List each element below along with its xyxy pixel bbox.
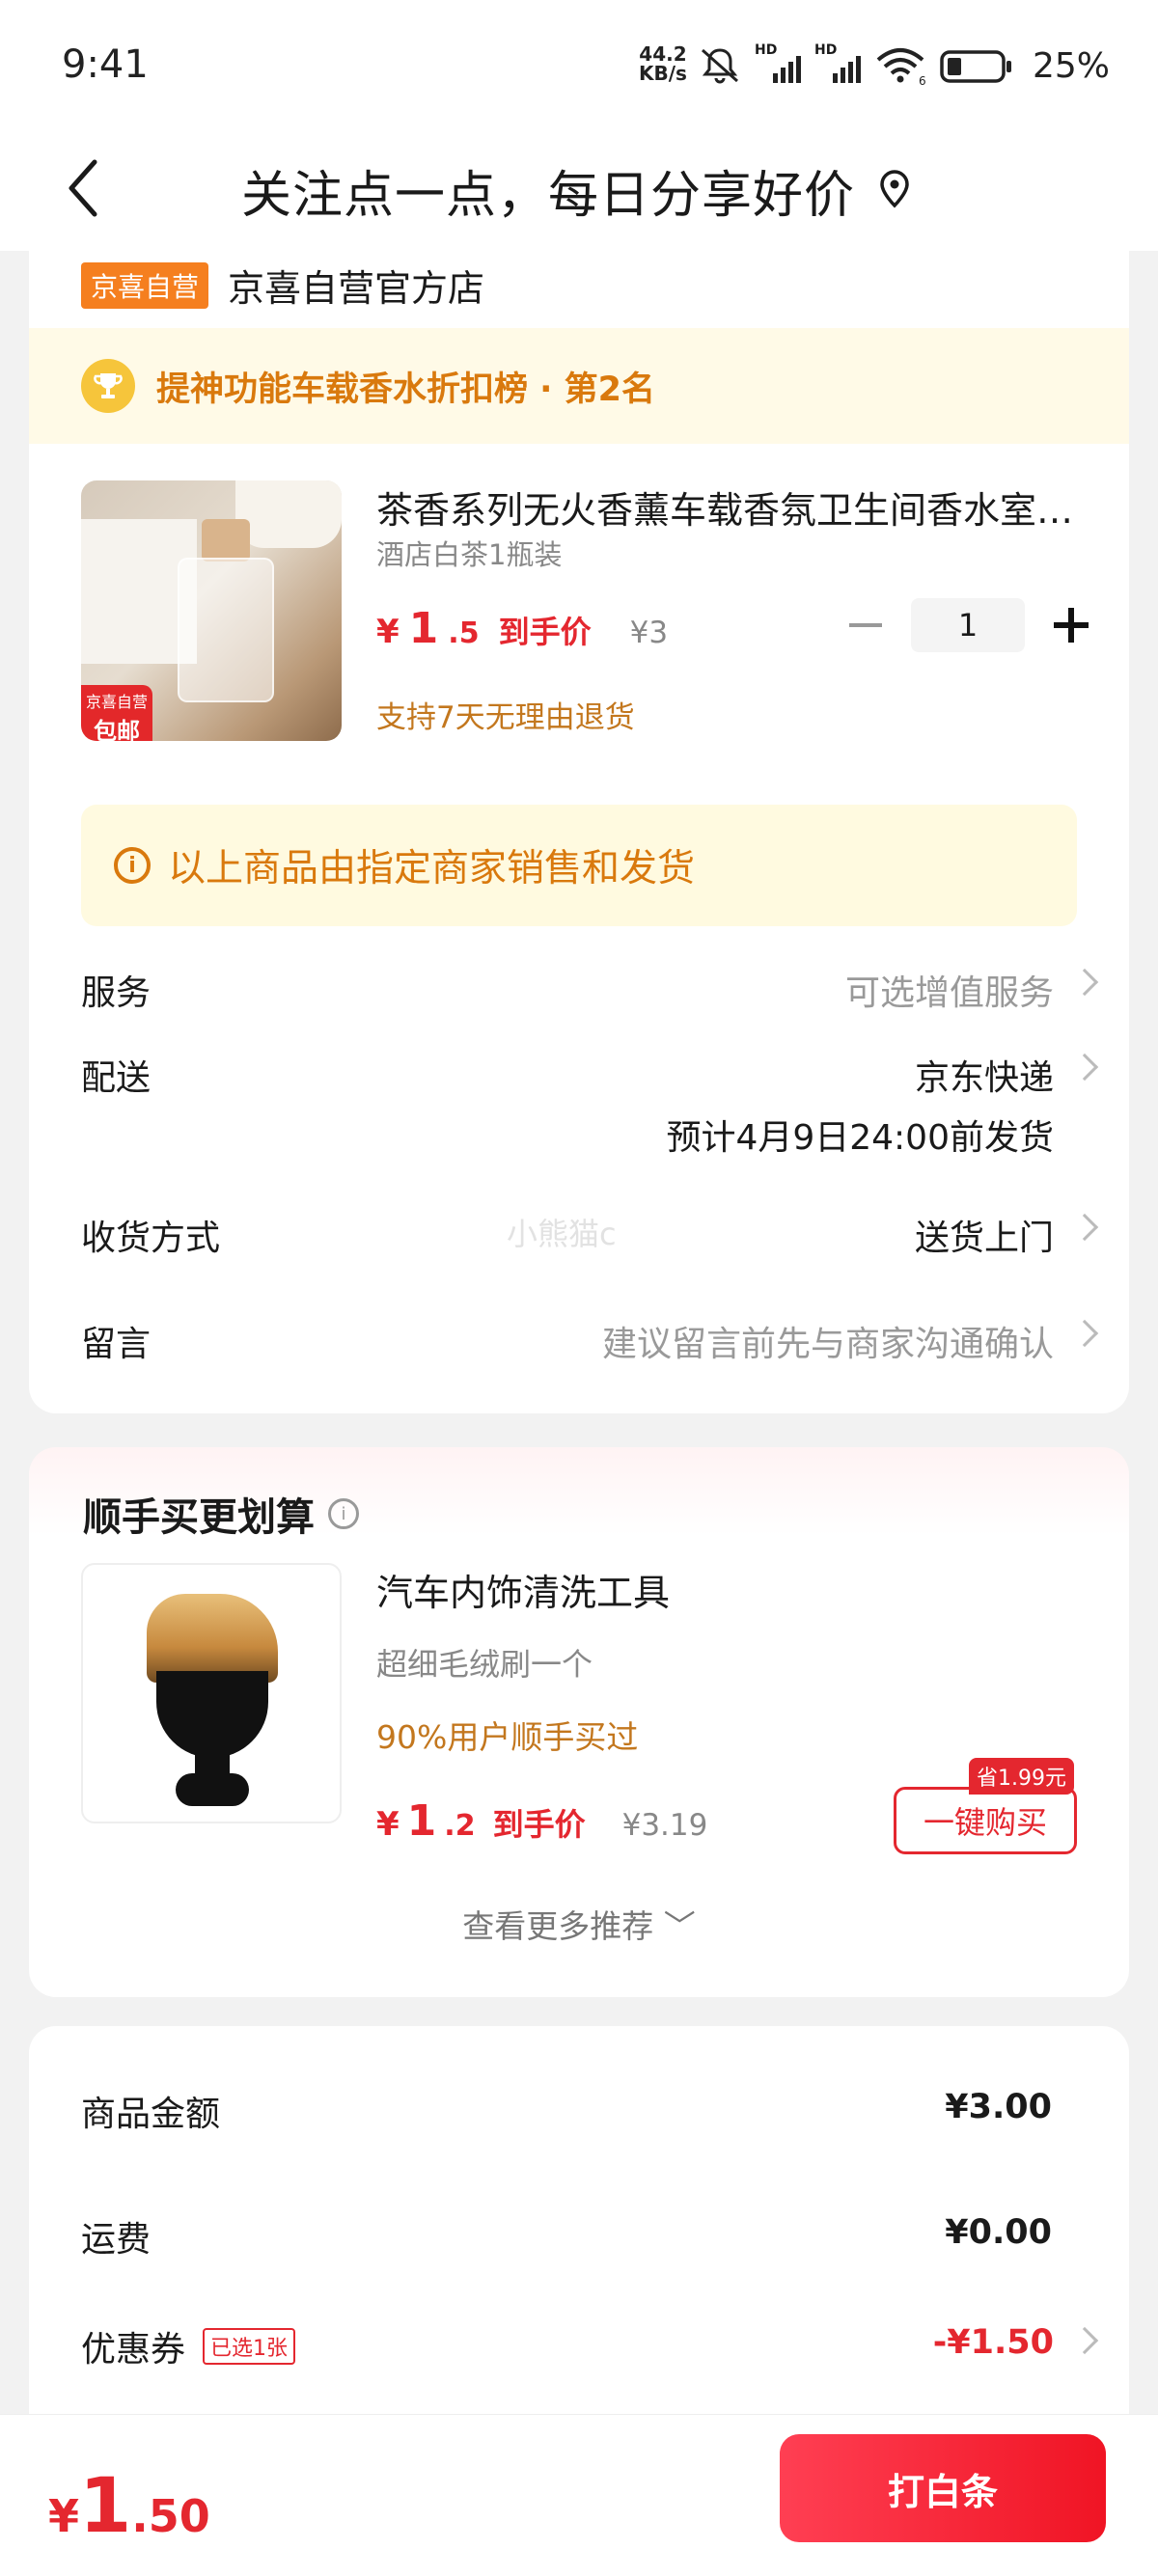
minus-icon[interactable] <box>849 623 882 627</box>
product-price: ¥ 1 .5 到手价 ¥3 <box>376 604 669 653</box>
upsell-image[interactable] <box>81 1563 342 1823</box>
shop-header[interactable]: 京喜自营 京喜自营官方店 <box>81 259 484 312</box>
shop-tag: 京喜自营 <box>81 261 209 309</box>
signal-icon: HD <box>755 42 801 83</box>
product-name[interactable]: 茶香系列无火香薰车载香氛卫生间香水室内持久 <box>376 480 1090 534</box>
bell-off-icon <box>702 48 738 84</box>
product-image[interactable]: 京喜自营 包邮 <box>81 480 342 741</box>
wifi-icon: 6 <box>876 48 926 85</box>
delivery-estimate: 预计4月9日24:00前发货 <box>666 1118 1054 1158</box>
chevron-right-icon <box>1070 1319 1099 1348</box>
status-bar: 9:41 44.2 KB/s HD HD 6 25% <box>0 0 1158 125</box>
more-recommendations-link[interactable]: 查看更多推荐 ﹀ <box>29 1901 1129 1947</box>
battery-percent: 25% <box>1033 46 1111 86</box>
chevron-right-icon <box>1070 1053 1099 1082</box>
quantity-stepper: 1 <box>849 598 1089 652</box>
battery-icon <box>940 50 1011 83</box>
trophy-icon <box>81 359 135 413</box>
coupon-selected-tag: 已选1张 <box>203 2328 296 2365</box>
order-card: 京喜自营 京喜自营官方店 提神功能车载香水折扣榜 · 第2名 京喜自营 包邮 茶… <box>29 232 1129 1413</box>
page-title: 关注点一点，每日分享好价 <box>241 167 856 225</box>
save-badge: 省1.99元 <box>969 1758 1074 1795</box>
pay-button[interactable]: 打白条 <box>780 2434 1106 2542</box>
upsell-spec: 超细毛绒刷一个 <box>376 1646 593 1683</box>
plus-icon[interactable] <box>1054 608 1089 643</box>
one-click-buy-button[interactable]: 一键购买 <box>894 1787 1077 1854</box>
checkout-bar: ¥ 1 .50 打白条 <box>0 2414 1158 2576</box>
back-icon[interactable] <box>62 154 108 222</box>
product-badge: 京喜自营 包邮 <box>81 685 152 741</box>
network-speed: 44.2 KB/s <box>639 42 687 85</box>
return-policy: 支持7天无理由退货 <box>376 700 635 735</box>
status-time: 9:41 <box>62 42 149 87</box>
seller-notice: i 以上商品由指定商家销售和发货 <box>81 805 1077 926</box>
upsell-title: 顺手买更划算 i <box>83 1486 359 1542</box>
signal-icon-2: HD <box>814 42 861 83</box>
upsell-name[interactable]: 汽车内饰清洗工具 <box>376 1563 670 1616</box>
product-spec[interactable]: 酒店白茶1瓶装 <box>376 533 562 573</box>
chevron-right-icon <box>1070 1213 1099 1242</box>
watermark: 小熊猫c <box>507 1216 617 1252</box>
rank-text: 提神功能车载香水折扣榜 · 第2名 <box>156 370 656 409</box>
upsell-popularity: 90%用户顺手买过 <box>376 1718 639 1756</box>
help-icon[interactable]: i <box>328 1498 359 1529</box>
info-icon: i <box>114 847 151 884</box>
notice-text: 以上商品由指定商家销售和发货 <box>168 847 696 891</box>
quantity-input[interactable]: 1 <box>911 598 1025 652</box>
price-label: 到手价 <box>498 614 592 650</box>
svg-text:6: 6 <box>919 74 926 85</box>
total-price: ¥ 1 .50 <box>48 2463 210 2550</box>
chevron-right-icon <box>1070 968 1099 997</box>
chevron-right-icon <box>1070 2326 1099 2355</box>
upsell-price: ¥ 1 .2 到手价 ¥3.19 <box>376 1796 708 1846</box>
upsell-card: 顺手买更划算 i 汽车内饰清洗工具 超细毛绒刷一个 90%用户顺手买过 ¥ 1 … <box>29 1447 1129 1997</box>
shop-name[interactable]: 京喜自营官方店 <box>228 259 484 312</box>
status-icons: HD HD 6 <box>699 42 1013 87</box>
original-price: ¥3 <box>629 616 669 650</box>
rank-banner[interactable]: 提神功能车载香水折扣榜 · 第2名 <box>29 328 1129 444</box>
location-pin-icon[interactable] <box>876 170 913 208</box>
